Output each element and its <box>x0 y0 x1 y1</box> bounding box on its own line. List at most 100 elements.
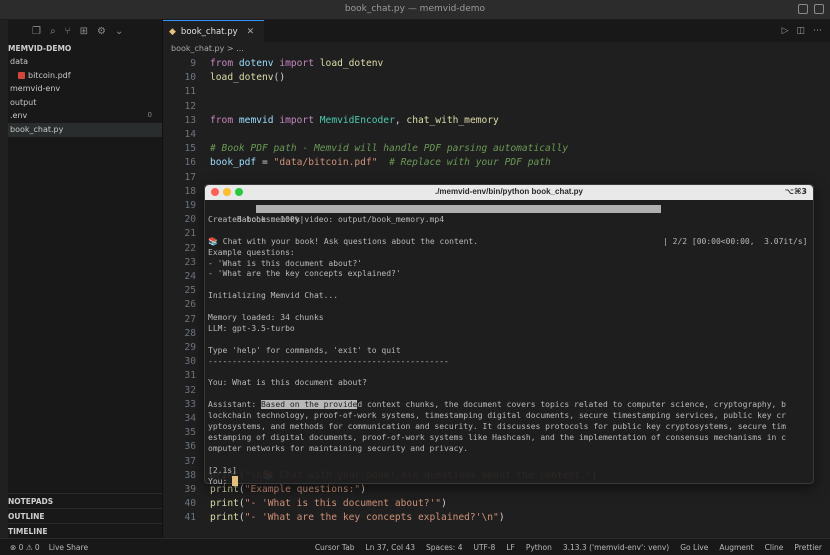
line-number: 12 <box>184 100 196 112</box>
code-line[interactable]: 14 <box>163 127 830 142</box>
text-cursor <box>232 475 239 486</box>
line-number: 37 <box>184 455 196 467</box>
timeline-panel[interactable]: TIMELINE <box>8 523 162 538</box>
status-item-utf-8[interactable]: UTF-8 <box>473 543 495 552</box>
more-actions-icon[interactable]: ⋯ <box>813 26 822 36</box>
line-number: 13 <box>184 114 196 126</box>
line-number: 16 <box>184 157 196 169</box>
code-line[interactable]: 40 print("- 'What is this document about?… <box>163 496 830 511</box>
file-tree: data bitcoin.pdf memvid-env output .env 0 book… <box>8 55 162 137</box>
line-number: 25 <box>184 285 196 297</box>
assistant-answer-line: lockchain technology, proof-of-work syst… <box>208 411 786 421</box>
terminal-line: LLM: gpt-3.5-turbo <box>208 323 295 333</box>
project-header[interactable]: MEMVID-DEMO <box>8 42 162 55</box>
files-icon[interactable]: ❐ <box>32 26 41 37</box>
search-icon[interactable]: ⌕ <box>50 26 56 37</box>
window-title: book_chat.py — memvid-demo <box>344 4 486 14</box>
explorer-sidebar: ❐ ⌕ ⑂ ⊞ ⚙ ⌄ MEMVID-DEMO data bitcoin.pdf m… <box>8 20 163 538</box>
line-number: 40 <box>184 498 196 510</box>
chevron-down-icon[interactable]: ⌄ <box>115 26 123 37</box>
tab-book-chat[interactable]: ◆ book_chat.py ✕ <box>163 20 265 42</box>
status-item-prettier[interactable]: Prettier <box>794 543 822 552</box>
assistant-answer-line: yptosystems, and methods for communicati… <box>208 422 786 431</box>
toggle-panel-icon[interactable] <box>814 4 824 14</box>
sidebar-toolbar: ❐ ⌕ ⑂ ⊞ ⚙ ⌄ <box>8 20 162 42</box>
line-source: from memvid import MemvidEncoder, chat_w… <box>210 114 499 126</box>
code-line[interactable]: 15 # Book PDF path - Memvid will handle P… <box>163 141 830 156</box>
tree-item-badge: 0 <box>147 111 152 120</box>
tree-item-output[interactable]: output <box>8 96 162 110</box>
status-item-3-13-3-memvid-env-venv[interactable]: 3.13.3 ('memvid-env': venv) <box>563 543 669 552</box>
run-icon[interactable]: ▷ <box>782 26 789 36</box>
assistant-answer-line: Assistant: Based on the provided context… <box>208 400 786 410</box>
line-number: 24 <box>184 271 196 282</box>
line-number: 11 <box>184 86 196 98</box>
problems-indicator[interactable]: ⊗ 0 ⚠ 0 <box>10 543 40 552</box>
tree-item-label: data <box>10 57 29 66</box>
breadcrumb[interactable]: book_chat.py > ... <box>163 42 830 56</box>
status-bar: ⊗ 0 ⚠ 0 Live Share Cursor Tab Ln 37, Col … <box>0 538 830 555</box>
status-item-cline[interactable]: Cline <box>765 543 784 552</box>
code-line[interactable]: 13 from memvid import MemvidEncoder, chat… <box>163 113 830 128</box>
line-number: 33 <box>184 398 196 410</box>
python-file-icon: ◆ <box>169 26 176 37</box>
code-line[interactable]: 10 load_dotenv() <box>163 70 830 85</box>
outline-panel[interactable]: OUTLINE <box>8 508 162 523</box>
tree-item-memvid-env[interactable]: memvid-env <box>8 82 162 96</box>
line-source: from dotenv import load_dotenv <box>210 58 384 69</box>
status-item-augment[interactable]: Augment <box>719 543 753 552</box>
line-number: 23 <box>184 256 196 268</box>
terminal-line: ----------------------------------------… <box>208 356 449 366</box>
line-number: 38 <box>184 469 196 481</box>
line-number: 30 <box>184 356 196 368</box>
line-source: print("- 'What is this document about?'"… <box>210 498 447 510</box>
tree-item-label: bitcoin.pdf <box>28 70 71 80</box>
line-number: 10 <box>184 72 196 84</box>
status-item-python[interactable]: Python <box>526 543 552 552</box>
progress-bar <box>256 205 661 213</box>
close-icon[interactable]: ✕ <box>247 27 255 37</box>
line-number: 26 <box>184 299 196 311</box>
tree-item-bitcoin-pdf[interactable]: bitcoin.pdf <box>8 69 162 83</box>
tree-item-label: output <box>10 97 37 107</box>
tree-item-book-chat-py[interactable]: book_chat.py <box>8 122 162 137</box>
split-editor-icon[interactable]: ◫ <box>796 26 805 36</box>
tree-item--env[interactable]: .env 0 <box>8 109 162 123</box>
status-item-go-live[interactable]: Go Live <box>680 543 708 552</box>
code-line[interactable]: 41 print("- 'What are the key concepts ex… <box>163 510 830 525</box>
status-item-lf[interactable]: LF <box>506 543 515 552</box>
tab-label: book_chat.py <box>180 26 238 37</box>
terminal-line: - 'What is this document about?' <box>208 258 363 268</box>
terminal-line: 📚 Chat with your book! Ask questions abo… <box>208 236 479 246</box>
line-number: 21 <box>184 228 196 240</box>
notepads-panel[interactable]: NOTEPADS <box>8 493 162 508</box>
line-number: 39 <box>184 484 196 495</box>
extensions-icon[interactable]: ⊞ <box>80 26 88 37</box>
code-line[interactable]: 17 <box>163 170 830 185</box>
code-line[interactable]: 12 <box>163 99 830 114</box>
title-bar: book_chat.py — memvid-demo <box>0 0 830 20</box>
input-prompt[interactable]: You: <box>208 475 239 487</box>
code-line[interactable]: 11 <box>163 84 830 99</box>
code-line[interactable]: 16 book_pdf = "data/bitcoin.pdf" # Replac… <box>163 155 830 170</box>
pdf-icon <box>18 71 25 79</box>
line-number: 28 <box>184 327 196 339</box>
toggle-sidebar-icon[interactable] <box>798 4 808 14</box>
code-line[interactable]: 9 from dotenv import load_dotenv <box>163 56 830 71</box>
live-share-button[interactable]: Live Share <box>49 543 88 552</box>
line-number: 32 <box>184 384 196 396</box>
line-number: 17 <box>184 171 196 183</box>
status-item-cursor-tab[interactable]: Cursor Tab <box>315 543 355 552</box>
line-number: 31 <box>184 370 196 382</box>
tree-item-data[interactable]: data <box>8 55 162 69</box>
source-control-icon[interactable]: ⑂ <box>65 26 71 37</box>
tree-item-label: .env <box>10 111 28 121</box>
status-item-ln-37-col-43[interactable]: Ln 37, Col 43 <box>366 543 415 552</box>
terminal-title-bar: ./memvid-env/bin/python book_chat.py ⌥⌘3 <box>205 185 813 200</box>
status-item-spaces-4[interactable]: Spaces: 4 <box>426 543 462 552</box>
code-line[interactable]: 39 print("Example questions:") <box>163 482 830 497</box>
terminal-window[interactable]: ./memvid-env/bin/python book_chat.py ⌥⌘3… <box>204 184 814 487</box>
line-number: 29 <box>184 342 196 353</box>
settings-icon[interactable]: ⚙ <box>97 26 106 37</box>
terminal-line: Type 'help' for commands, 'exit' to quit <box>208 345 401 355</box>
